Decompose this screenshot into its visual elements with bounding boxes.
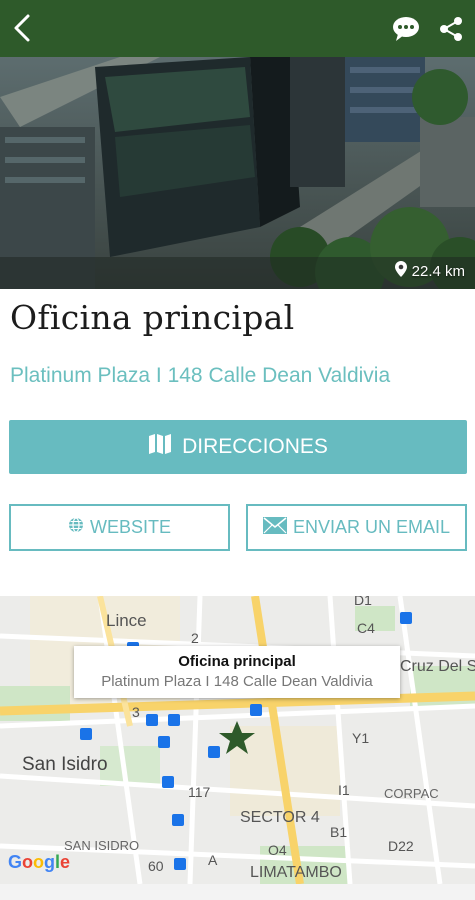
chevron-left-icon[interactable] xyxy=(8,12,36,44)
map-label-san-isidro: San Isidro xyxy=(22,754,108,775)
distance-label: 22.4 km xyxy=(394,261,465,281)
map-label-sector-4: SECTOR 4 xyxy=(240,809,320,826)
email-button[interactable]: ENVIAR UN EMAIL xyxy=(246,504,467,551)
map-label-corpac: CORPAC xyxy=(384,786,439,801)
map-icon xyxy=(148,433,172,461)
map-label-a: A xyxy=(208,852,218,868)
location-map[interactable]: Lince San Isidro Cruz Del Su CORPAC SECT… xyxy=(0,596,475,884)
map-label-3: 3 xyxy=(132,704,140,720)
address-link[interactable]: Platinum Plaza I 148 Calle Dean Valdivia xyxy=(10,364,390,388)
map-label-60: 60 xyxy=(148,858,164,874)
map-label-limatambo: LIMATAMBO xyxy=(250,864,342,881)
map-label-o4: O4 xyxy=(268,842,287,858)
envelope-icon xyxy=(262,516,287,539)
map-label-c4: C4 xyxy=(357,620,375,636)
chat-bubble-icon[interactable] xyxy=(392,16,420,42)
map-label-2: 2 xyxy=(191,630,199,646)
map-label-san-isidro-small: SAN ISIDRO xyxy=(64,838,140,853)
share-icon[interactable] xyxy=(438,16,464,42)
office-building-photo: 22.4 km xyxy=(0,57,475,289)
google-logo: Google xyxy=(8,852,71,872)
map-info-callout[interactable]: Oficina principal Platinum Plaza I 148 C… xyxy=(74,646,400,698)
globe-icon xyxy=(68,517,84,538)
callout-title: Oficina principal xyxy=(178,653,296,670)
location-pin-icon xyxy=(394,261,407,281)
website-label: WEBSITE xyxy=(89,517,171,537)
website-button[interactable]: WEBSITE xyxy=(9,504,230,551)
map-label-d22: D22 xyxy=(388,838,414,854)
map-label-117: 117 xyxy=(188,784,211,800)
map-label-i1: I1 xyxy=(338,782,350,798)
map-label-y1: Y1 xyxy=(352,730,370,746)
distance-value: 22.4 km xyxy=(411,262,465,280)
map-label-lince: Lince xyxy=(106,611,147,630)
directions-label: DIRECCIONES xyxy=(182,435,328,458)
map-label-d1: D1 xyxy=(354,596,372,608)
bottom-strip xyxy=(0,884,475,900)
map-label-b1: B1 xyxy=(330,824,348,840)
callout-address: Platinum Plaza I 148 Calle Dean Valdivia xyxy=(101,673,373,690)
page-title: Oficina principal xyxy=(10,298,295,337)
directions-button[interactable]: DIRECCIONES xyxy=(9,420,467,474)
app-header xyxy=(0,0,475,57)
map-label-cruz-del-sur: Cruz Del Su xyxy=(400,658,475,675)
email-label: ENVIAR UN EMAIL xyxy=(292,517,451,537)
